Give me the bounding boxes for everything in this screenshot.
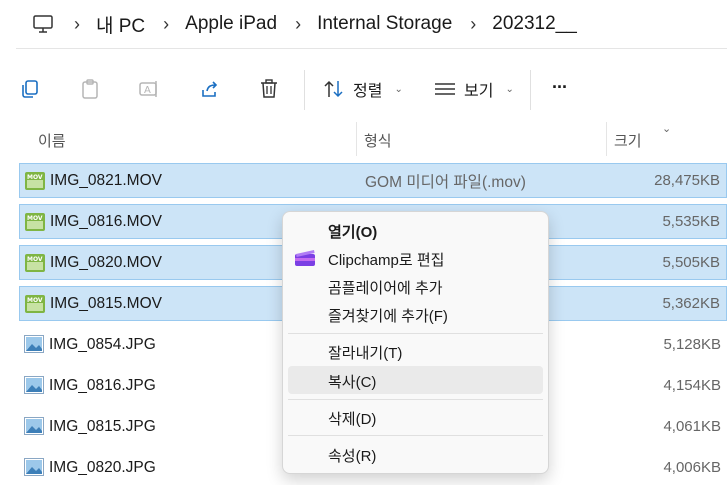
share-icon[interactable] <box>197 76 223 102</box>
file-size: 4,061KB <box>663 418 721 435</box>
menu-item-delete[interactable]: 삭제(D) <box>288 403 543 431</box>
file-size: 4,006KB <box>663 459 721 476</box>
pc-icon[interactable] <box>30 11 56 37</box>
chevron-right-icon: › <box>74 13 80 34</box>
breadcrumb-folder[interactable]: 202312__ <box>492 13 577 35</box>
svg-text:A: A <box>144 85 151 96</box>
file-name: IMG_0820.JPG <box>49 458 156 476</box>
breadcrumb-internal-storage[interactable]: Internal Storage <box>317 13 452 35</box>
sort-icon <box>324 80 343 98</box>
menu-separator <box>288 399 543 400</box>
file-size: 5,128KB <box>663 336 721 353</box>
delete-icon[interactable] <box>256 76 282 102</box>
view-button[interactable]: 보기 ⌄ <box>434 77 514 101</box>
sort-descending-icon: ⌄ <box>662 123 672 135</box>
column-divider[interactable] <box>356 122 357 156</box>
jpg-file-icon <box>24 458 44 476</box>
mov-file-icon: MOV <box>25 254 45 272</box>
menu-item-label: 즐겨찾기에 추가(F) <box>328 308 448 325</box>
column-size[interactable]: 크기 <box>614 130 642 151</box>
file-name: IMG_0821.MOV <box>50 171 162 189</box>
sort-button[interactable]: 정렬 ⌄ <box>323 77 403 101</box>
toolbar-divider <box>304 70 305 110</box>
copy-path-icon[interactable] <box>17 76 43 102</box>
file-explorer-window: › 내 PC › Apple iPad › Internal Storage ›… <box>0 0 727 485</box>
file-name: IMG_0854.JPG <box>49 335 156 353</box>
column-name[interactable]: 이름 <box>38 130 66 151</box>
mov-file-icon: MOV <box>25 295 45 313</box>
column-type[interactable]: 형식 <box>364 130 392 151</box>
menu-item-label: Clipchamp로 편집 <box>328 252 445 269</box>
file-size: 5,535KB <box>662 213 720 230</box>
more-options-button[interactable]: ... <box>552 72 567 93</box>
menu-item-edit-clipchamp[interactable]: Clipchamp로 편집 <box>288 244 543 272</box>
view-label: 보기 <box>464 83 494 100</box>
jpg-file-icon <box>24 376 44 394</box>
menu-separator <box>288 333 543 334</box>
context-menu: 열기(O) Clipchamp로 편집 곰플레이어에 추가 즐겨찾기에 추가(F… <box>282 211 549 474</box>
file-size: 4,154KB <box>663 377 721 394</box>
file-size: 5,362KB <box>662 295 720 312</box>
file-size: 5,505KB <box>662 254 720 271</box>
svg-text:MOV: MOV <box>27 174 43 181</box>
chevron-down-icon: ⌄ <box>394 83 403 95</box>
chevron-right-icon: › <box>295 13 302 34</box>
file-row[interactable]: MOV IMG_0821.MOV GOM 미디어 파일(.mov) 28,475… <box>19 163 727 198</box>
menu-item-label: 복사(C) <box>328 374 377 391</box>
chevron-right-icon: › <box>470 13 477 34</box>
menu-item-label: 곰플레이어에 추가 <box>328 280 443 297</box>
menu-item-open[interactable]: 열기(O) <box>288 216 543 244</box>
chevron-down-icon: ⌄ <box>505 83 514 95</box>
command-bar: A 정렬 ⌄ 보기 ⌄ ... <box>0 58 727 120</box>
file-name: IMG_0815.MOV <box>50 294 162 312</box>
mov-file-icon: MOV <box>25 213 45 231</box>
menu-item-add-gom-player[interactable]: 곰플레이어에 추가 <box>288 272 543 300</box>
column-divider[interactable] <box>606 122 607 156</box>
paste-icon[interactable] <box>77 76 103 102</box>
jpg-file-icon <box>24 335 44 353</box>
file-name: IMG_0815.JPG <box>49 417 156 435</box>
clipchamp-icon <box>295 250 315 266</box>
menu-item-label: 속성(R) <box>328 448 377 465</box>
svg-text:MOV: MOV <box>27 297 43 304</box>
svg-text:MOV: MOV <box>27 256 43 263</box>
address-bar[interactable]: › 내 PC › Apple iPad › Internal Storage ›… <box>16 0 727 49</box>
menu-item-properties[interactable]: 속성(R) <box>288 440 543 468</box>
file-size: 28,475KB <box>654 172 720 189</box>
menu-item-copy[interactable]: 복사(C) <box>288 366 543 394</box>
toolbar-divider <box>530 70 531 110</box>
svg-text:MOV: MOV <box>27 215 43 222</box>
file-name: IMG_0816.MOV <box>50 212 162 230</box>
breadcrumb-apple-ipad[interactable]: Apple iPad <box>185 13 277 35</box>
menu-item-label: 잘라내기(T) <box>328 345 403 362</box>
file-name: IMG_0816.JPG <box>49 376 156 394</box>
file-type: GOM 미디어 파일(.mov) <box>365 173 526 191</box>
column-header: 이름 형식 크기 ⌄ <box>0 122 727 156</box>
menu-item-add-favorites[interactable]: 즐겨찾기에 추가(F) <box>288 300 543 328</box>
menu-separator <box>288 435 543 436</box>
mov-file-icon: MOV <box>25 172 45 190</box>
jpg-file-icon <box>24 417 44 435</box>
view-icon <box>435 83 455 95</box>
chevron-right-icon: › <box>163 13 170 34</box>
menu-item-label: 열기(O) <box>328 224 378 241</box>
menu-item-cut[interactable]: 잘라내기(T) <box>288 337 543 365</box>
menu-item-label: 삭제(D) <box>328 411 377 428</box>
file-name: IMG_0820.MOV <box>50 253 162 271</box>
rename-icon[interactable]: A <box>136 76 162 102</box>
breadcrumb-my-pc[interactable]: 내 PC <box>96 11 145 38</box>
sort-label: 정렬 <box>353 83 383 100</box>
